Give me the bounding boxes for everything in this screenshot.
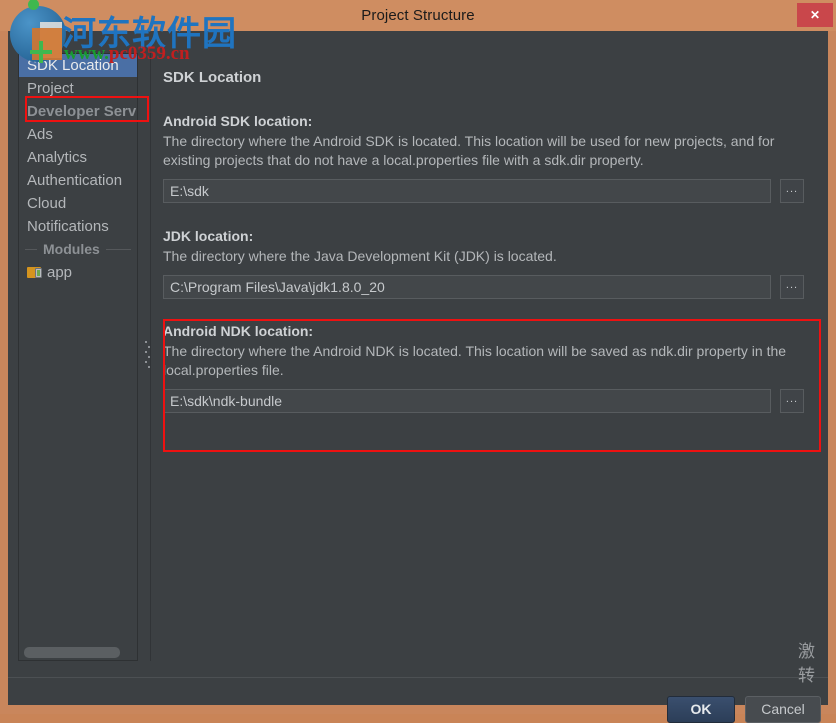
section-android-sdk-location: Android SDK location: The directory wher… bbox=[163, 113, 808, 203]
android-ndk-location-row: E:\sdk\ndk-bundle ... bbox=[163, 389, 808, 413]
sidebar-horizontal-scrollbar[interactable] bbox=[19, 647, 137, 658]
sidebar-item-sdk-location[interactable]: SDK Location bbox=[19, 54, 137, 77]
separator-line-right bbox=[105, 249, 131, 250]
sidebar-item-cloud[interactable]: Cloud bbox=[19, 192, 137, 215]
android-ndk-browse-button[interactable]: ... bbox=[780, 389, 804, 413]
jdk-browse-button[interactable]: ... bbox=[780, 275, 804, 299]
sidebar-module-app[interactable]: app bbox=[19, 261, 137, 284]
sidebar-item-project[interactable]: Project bbox=[19, 77, 137, 100]
android-ndk-location-input[interactable]: E:\sdk\ndk-bundle bbox=[163, 389, 771, 413]
separator-line-left bbox=[25, 249, 37, 250]
android-sdk-location-description: The directory where the Android SDK is l… bbox=[163, 133, 775, 168]
modules-separator-label: Modules bbox=[43, 241, 100, 257]
dialog-body: SDK Location Project Developer Services … bbox=[8, 31, 828, 723]
sidebar-module-label: app bbox=[47, 264, 73, 281]
sidebar-item-ads[interactable]: Ads bbox=[19, 123, 137, 146]
section-android-ndk-location: Android NDK location: The directory wher… bbox=[163, 323, 808, 413]
ok-button[interactable]: OK bbox=[667, 696, 735, 723]
android-sdk-location-row: E:\sdk ... bbox=[163, 179, 808, 203]
project-structure-dialog: Project Structure ✕ SDK Location Project… bbox=[0, 0, 836, 723]
jdk-location-label: JDK location: bbox=[163, 228, 254, 244]
android-module-icon bbox=[27, 266, 42, 279]
android-sdk-location-input[interactable]: E:\sdk bbox=[163, 179, 771, 203]
sidebar-item-authentication[interactable]: Authentication bbox=[19, 169, 137, 192]
close-icon[interactable]: ✕ bbox=[797, 3, 833, 27]
android-ndk-location-description: The directory where the Android NDK is l… bbox=[163, 343, 787, 378]
title-bar: Project Structure ✕ bbox=[0, 0, 836, 31]
android-sdk-location-label: Android SDK location: bbox=[163, 113, 313, 129]
jdk-location-row: C:\Program Files\Java\jdk1.8.0_20 ... bbox=[163, 275, 808, 299]
footer-bar: OK Cancel bbox=[8, 678, 828, 723]
sidebar-item-analytics[interactable]: Analytics bbox=[19, 146, 137, 169]
sidebar-scroll-thumb[interactable] bbox=[24, 647, 120, 658]
android-sdk-browse-button[interactable]: ... bbox=[780, 179, 804, 203]
sidebar: SDK Location Project Developer Services … bbox=[18, 53, 138, 661]
page-title: SDK Location bbox=[163, 69, 262, 86]
panel-splitter[interactable] bbox=[141, 53, 155, 661]
sidebar-item-notifications[interactable]: Notifications bbox=[19, 215, 137, 238]
cancel-button[interactable]: Cancel bbox=[745, 696, 821, 723]
splitter-grip-icon[interactable] bbox=[145, 341, 150, 371]
jdk-location-input[interactable]: C:\Program Files\Java\jdk1.8.0_20 bbox=[163, 275, 771, 299]
window-title: Project Structure bbox=[361, 7, 475, 24]
section-jdk-location: JDK location: The directory where the Ja… bbox=[163, 228, 808, 299]
jdk-location-description: The directory where the Java Development… bbox=[163, 248, 557, 264]
android-ndk-location-label: Android NDK location: bbox=[163, 323, 314, 339]
content-panel: SDK Location Android SDK location: The d… bbox=[155, 31, 820, 661]
splitter-line bbox=[150, 53, 151, 661]
sidebar-group-developer-services: Developer Services bbox=[27, 103, 137, 120]
modules-separator: Modules bbox=[19, 238, 137, 261]
